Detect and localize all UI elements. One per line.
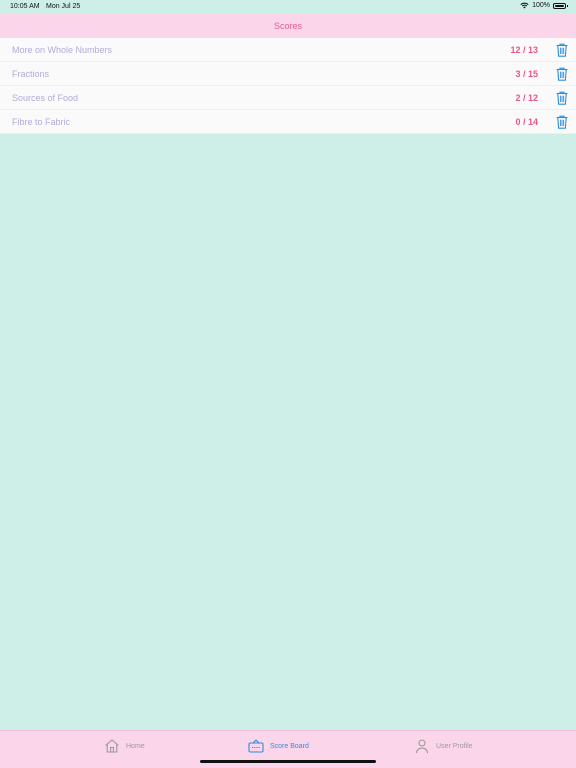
score-list: More on Whole Numbers 12 / 13 Fractions …	[0, 38, 576, 134]
tab-score-board[interactable]: Score Board	[248, 738, 309, 754]
wifi-icon	[520, 2, 529, 9]
trash-icon[interactable]	[554, 42, 570, 58]
home-icon	[105, 739, 119, 753]
tab-score-board-label: Score Board	[270, 742, 309, 750]
trash-icon[interactable]	[554, 90, 570, 106]
tab-user-profile[interactable]: User Profile	[414, 738, 473, 754]
status-indicators: 100%	[520, 2, 568, 9]
status-date: Mon Jul 25	[46, 3, 81, 10]
battery-level	[555, 4, 564, 7]
chapter-score: 12 / 13	[510, 45, 538, 55]
chapter-score: 2 / 12	[515, 93, 538, 103]
scoreboard-icon	[248, 739, 264, 753]
page-title: Scores	[273, 21, 302, 31]
status-bar: 10:05 AM Mon Jul 25 100%	[0, 0, 576, 14]
chapter-title: Fractions	[12, 69, 50, 79]
battery-icon	[553, 2, 568, 9]
screen: 10:05 AM Mon Jul 25 100% Scores More on …	[0, 0, 576, 768]
list-item[interactable]: More on Whole Numbers 12 / 13	[0, 38, 576, 62]
tab-user-profile-label: User Profile	[436, 742, 473, 750]
trash-icon[interactable]	[554, 66, 570, 82]
chapter-score: 3 / 15	[515, 69, 538, 79]
list-item[interactable]: Fibre to Fabric 0 / 14	[0, 110, 576, 134]
chapter-title: Fibre to Fabric	[12, 117, 71, 127]
person-icon	[415, 739, 429, 754]
trash-icon[interactable]	[554, 114, 570, 130]
chapter-score: 0 / 14	[515, 117, 538, 127]
battery-percent: 100%	[532, 2, 550, 9]
navigation-bar: Scores	[0, 14, 576, 38]
chapter-title: More on Whole Numbers	[12, 45, 113, 55]
tab-home-label: Home	[126, 742, 145, 750]
status-time: 10:05 AM	[10, 3, 40, 10]
list-item[interactable]: Sources of Food 2 / 12	[0, 86, 576, 110]
tab-bar: Home Score Board User Profile	[0, 730, 576, 768]
chapter-title: Sources of Food	[12, 93, 79, 103]
tab-home[interactable]: Home	[104, 738, 145, 754]
home-indicator[interactable]	[200, 760, 376, 763]
list-item[interactable]: Fractions 3 / 15	[0, 62, 576, 86]
